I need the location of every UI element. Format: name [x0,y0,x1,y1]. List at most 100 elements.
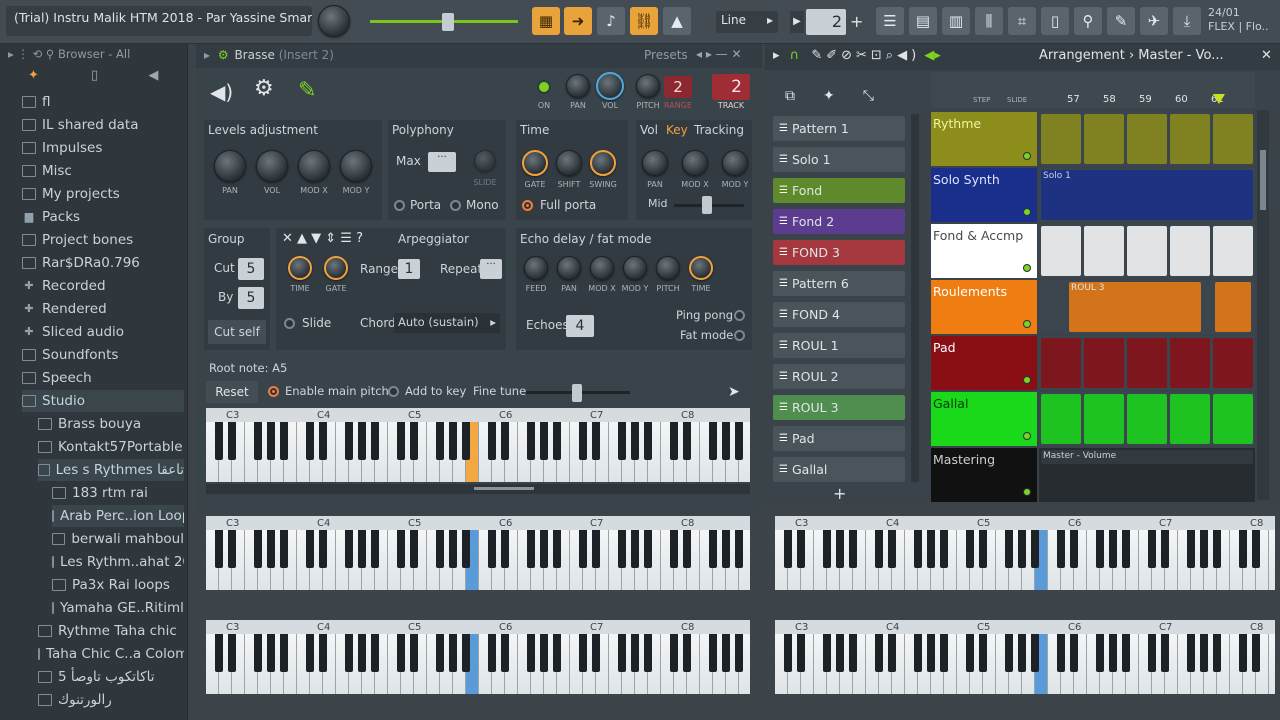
black-key[interactable] [797,634,805,672]
close-icon[interactable]: ✕ [1261,48,1272,63]
black-key[interactable] [1057,634,1065,672]
black-key[interactable] [319,634,327,672]
black-key[interactable] [267,422,275,460]
pattern-clip[interactable] [1084,114,1124,164]
black-key[interactable] [979,634,987,672]
black-key[interactable] [462,634,470,672]
pattern-item[interactable]: ☰ Gallal [773,457,905,482]
browser-item[interactable]: ✚ Rendered [22,298,184,320]
pattern-clip[interactable] [1084,338,1124,388]
black-key[interactable] [722,530,730,568]
keyboard-left-1[interactable]: C3 C4 C5 C6 C7 C8 [206,516,750,590]
metronome-icon[interactable]: ▲ [663,7,691,35]
knob-feed[interactable] [524,256,548,280]
track-header[interactable]: Fond & Accmp [931,224,1037,278]
track-header[interactable]: Solo Synth [931,168,1037,222]
tool-icons[interactable]: ✎✐⊘✂⊡⌕◀) [811,48,920,63]
black-key[interactable] [449,422,457,460]
automation-clip[interactable]: Master - Volume [1041,450,1253,464]
browser-item[interactable]: Pa3x Rai loops [52,574,184,596]
browser-item[interactable]: My projects [22,183,184,205]
black-key[interactable] [1239,634,1247,672]
tab-speaker-icon[interactable]: ◀) [210,80,233,104]
track-header[interactable]: Mastering [931,448,1037,502]
pattern-clip[interactable] [1127,394,1167,444]
black-key[interactable] [644,422,652,460]
black-key[interactable] [488,422,496,460]
black-key[interactable] [797,530,805,568]
master-pitch-handle[interactable] [442,13,454,31]
presets-label[interactable]: Presets [644,48,688,62]
link-icon[interactable]: ⛓ [630,7,658,35]
black-key[interactable] [836,530,844,568]
browser-item[interactable]: berwali mahboul [52,528,184,550]
black-key[interactable] [345,530,353,568]
channel-pan-knob[interactable] [566,74,590,98]
tempo-tap-icon[interactable]: ✎ [1107,7,1135,35]
black-key[interactable] [1070,634,1078,672]
browser-item[interactable]: Studio [22,390,184,412]
full-porta-radio[interactable] [522,200,533,211]
black-key[interactable] [553,530,561,568]
black-key[interactable] [1252,634,1260,672]
vertical-scrollbar[interactable] [1257,110,1269,500]
keyboard-scrollbar[interactable] [206,484,750,494]
pattern-item[interactable]: ☰ ROUL 1 [773,333,905,358]
vertical-scroll-thumb[interactable] [1260,150,1266,210]
black-key[interactable] [784,530,792,568]
track-enable-led[interactable] [1023,432,1031,440]
piano-roll-icon[interactable]: ▤ [909,7,937,35]
black-key[interactable] [1109,634,1117,672]
black-key[interactable] [540,530,548,568]
black-key[interactable] [592,422,600,460]
pattern-item[interactable]: ☰ Solo 1 [773,147,905,172]
track-header[interactable]: Pad [931,336,1037,390]
magnet-icon[interactable]: ∩ [790,48,800,63]
channel-on-led[interactable] [537,80,551,94]
black-key[interactable] [683,530,691,568]
browser-item[interactable]: Yamaha GE..Ritimler [52,597,184,619]
black-key[interactable] [1213,530,1221,568]
black-key[interactable] [1070,530,1078,568]
browser-arrow-icon[interactable]: ▸ ⋮ ⟲ [8,47,42,61]
pattern-clip[interactable] [1213,338,1253,388]
pattern-clip[interactable] [1084,226,1124,276]
browser-item[interactable]: fl [22,91,184,113]
knob-shift[interactable] [556,150,582,176]
browser-speaker-icon[interactable]: ◀ [148,68,158,83]
max-voices-field[interactable]: ··· [428,152,456,172]
pattern-view-icons[interactable]: ⧉✦⤡ [785,88,902,104]
black-key[interactable] [1200,634,1208,672]
track-enable-led[interactable] [1023,208,1031,216]
timeline-ruler[interactable]: STEP SLIDE 57 58 59 60 61 [931,72,1255,108]
pattern-clip[interactable] [1213,394,1253,444]
menu-arrow-icon[interactable]: ▸ [773,48,780,63]
channel-pitch-knob[interactable] [636,74,660,98]
black-key[interactable] [280,530,288,568]
reset-button[interactable]: Reset [206,381,258,403]
black-key[interactable] [280,422,288,460]
snap-select[interactable]: Line ▸ [716,11,778,33]
main-volume-knob[interactable] [318,5,350,37]
white-key[interactable] [1269,634,1275,694]
pattern-clip[interactable] [1170,114,1210,164]
black-key[interactable] [527,634,535,672]
browser-item[interactable]: Les Rythm..ahat 2019 [52,551,184,573]
black-key[interactable] [940,634,948,672]
mixer-icon[interactable]: ⫼ [975,7,1003,35]
news-panel[interactable]: 24/01 FLEX | Flo.. [1208,6,1278,38]
black-key[interactable] [306,530,314,568]
black-key[interactable] [267,634,275,672]
track-enable-led[interactable] [1023,488,1031,496]
black-key[interactable] [888,530,896,568]
fine-tune-handle[interactable] [572,384,582,402]
browser-item[interactable]: رالورتنوك [38,689,184,711]
fat-mode-radio[interactable] [734,330,745,341]
black-key[interactable] [875,530,883,568]
pattern-clip[interactable] [1127,114,1167,164]
black-key[interactable] [228,422,236,460]
track-header[interactable]: Gallal [931,392,1037,446]
pattern-item[interactable]: ☰ Pattern 6 [773,271,905,296]
black-key[interactable] [397,634,405,672]
black-key[interactable] [823,530,831,568]
